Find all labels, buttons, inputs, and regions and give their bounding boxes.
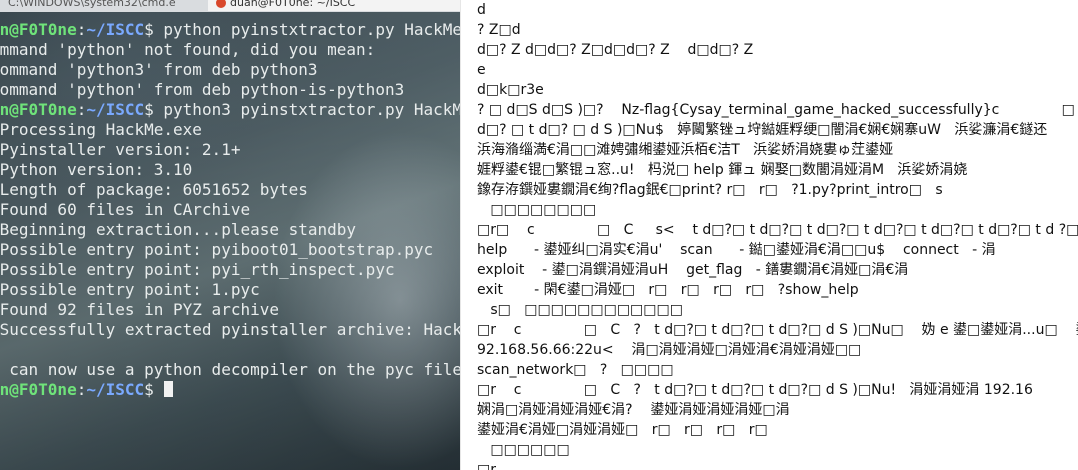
- terminal-line-text: Length of package: 6051652 bytes: [0, 180, 308, 199]
- document-line: 娴涓□涓娅涓娅涓娅€涓? 鍙娅涓娅涓娅涓娅□涓: [477, 402, 790, 418]
- document-line: □□□□□□□□: [477, 202, 597, 218]
- document-line: □r c □ C ? t d□?□ t d□?□ t d□?□ d S )□Nu…: [477, 322, 1078, 338]
- terminal-line-text: Possible entry point: 1.pyc: [0, 280, 260, 299]
- document-line: d: [477, 2, 486, 18]
- document-line: 鐌存洊鐉娅婁鐗涓€绚?flag鈱€□print? r□ r□ ?1.py?pri…: [477, 182, 943, 198]
- document-line: □r: [477, 462, 496, 470]
- prompt-dollar: $: [144, 100, 164, 119]
- terminal-line-text: Successfully extracted pyinstaller archi…: [0, 320, 460, 339]
- document-line: d□k□r3e: [477, 82, 544, 98]
- document-line: ? □ d□S d□S )□? Nz-flag{Cysay_terminal_g…: [477, 102, 1078, 118]
- terminal-prompt-line: an@F0T0ne:~/ISCC$ python pyinstxtractor.…: [0, 20, 460, 40]
- document-text: d ? Z□d d□? Z d□d□? Z□d□d□? Z d□d□? Z e d□k□…: [477, 0, 1078, 470]
- document-line: □r c □ C ? t d□?□ t d□?□ t d□?□ d S )□Nu…: [477, 382, 1033, 398]
- document-line: ? Z□d: [477, 22, 521, 38]
- terminal-line-text: Found 60 files in CArchive: [0, 200, 251, 219]
- terminal-output-line: Possible entry point: 1.pyc: [0, 280, 460, 300]
- text-document-view[interactable]: d ? Z□d d□? Z d□d□? Z□d□d□? Z d□d□? Z e d□k□…: [460, 0, 1078, 470]
- document-line: s□ □□□□□□□□□□□□: [477, 302, 683, 318]
- terminal-line-text: Possible entry point: pyi_rth_inspect.py…: [0, 260, 395, 279]
- terminal-line-text: u can now use a python decompiler on the…: [0, 360, 460, 379]
- terminal-line-text: Pyinstaller version: 2.1+: [0, 140, 241, 159]
- prompt-path: ~/ISCC: [86, 100, 145, 119]
- terminal-line-text: Possible entry point: pyiboot01_bootstra…: [0, 240, 434, 259]
- document-line: 娾粰鍙€锟□繁锟ュ窓..u! 杩涚□ help 鍕ュ 娴娶□数闇涓娅涓M 浜娑娇…: [477, 162, 968, 178]
- document-line: 鍙娅涓€涓娅□涓娅涓娅□ r□ r□ r□ r□: [477, 422, 768, 438]
- prompt-user: an@F0T0ne: [0, 20, 77, 39]
- terminal-output-line: ommand 'python' not found, did you mean:: [0, 40, 460, 60]
- terminal-tab-bar: C:\WINDOWS\system32\cmd.e duan@F0T0ne: ~…: [0, 0, 460, 12]
- prompt-user: an@F0T0ne: [0, 100, 77, 119]
- terminal-cursor: [164, 381, 174, 397]
- prompt-separator: :: [76, 20, 87, 39]
- terminal-line-text: Found 92 files in PYZ archive: [0, 300, 279, 319]
- terminal-line-text: Processing HackMe.exe: [0, 120, 202, 139]
- terminal-line-text: command 'python' from deb python-is-pyth…: [0, 80, 405, 99]
- tab-cmd-label: C:\WINDOWS\system32\cmd.e: [8, 0, 176, 9]
- prompt-dollar: $: [144, 380, 164, 399]
- terminal-window[interactable]: C:\WINDOWS\system32\cmd.e duan@F0T0ne: ~…: [0, 0, 460, 470]
- terminal-output-line: Possible entry point: pyi_rth_inspect.py…: [0, 260, 460, 280]
- terminal-output-line: command 'python' from deb python-is-pyth…: [0, 80, 460, 100]
- terminal-prompt-line: an@F0T0ne:~/ISCC$ python3 pyinstxtractor…: [0, 100, 460, 120]
- terminal-line-text: ommand 'python' not found, did you mean:: [0, 40, 376, 59]
- document-line: exit - 閑€鍙□涓娅□ r□ r□ r□ r□ ?show_help: [477, 282, 859, 298]
- prompt-separator: :: [76, 380, 87, 399]
- tab-cmd[interactable]: C:\WINDOWS\system32\cmd.e: [8, 0, 198, 11]
- prompt-path: ~/ISCC: [86, 380, 145, 399]
- document-line: d□? □ t d□? □ d S )□Nu$ 婷闏繁锉ュ垨鐑娾粰绠□闇涓€娴€…: [477, 122, 1048, 138]
- prompt-dollar: $: [144, 20, 164, 39]
- terminal-line-text: Beginning extraction...please standby: [0, 220, 357, 239]
- document-line: scan_network□ ? □□□□: [477, 362, 674, 378]
- terminal-line-text: python pyinstxtractor.py HackMe.exe: [163, 20, 460, 39]
- document-line: exploit - 鍙□涓鐉涓娅涓uH get_flag - 鐥婁鐗涓€涓娅□涓…: [477, 262, 909, 278]
- terminal-output-line: Length of package: 6051652 bytes: [0, 180, 460, 200]
- prompt-path: ~/ISCC: [86, 20, 145, 39]
- tab-ubuntu[interactable]: duan@F0T0ne: ~/ISCC: [208, 0, 460, 11]
- terminal-output[interactable]: an@F0T0ne:~/ISCC$ python pyinstxtractor.…: [0, 20, 460, 400]
- terminal-line-text: Python version: 3.10: [0, 160, 193, 179]
- terminal-output-line: Found 92 files in PYZ archive: [0, 300, 460, 320]
- document-line: help - 鍙娅纠□涓实€涓u' scan - 鐑□鍙娅涓€涓□□u$ con…: [477, 242, 996, 258]
- terminal-output-line: Python version: 3.10: [0, 160, 460, 180]
- terminal-output-line: command 'python3' from deb python3: [0, 60, 460, 80]
- document-line: □r□ c □ C s< t d□?□ t d□?□ t d□?□ t d□?□…: [477, 222, 1078, 238]
- terminal-output-line: u can now use a python decompiler on the…: [0, 360, 460, 380]
- terminal-output-line: Possible entry point: pyiboot01_bootstra…: [0, 240, 460, 260]
- terminal-output-line: Successfully extracted pyinstaller archi…: [0, 320, 460, 340]
- terminal-output-line: Pyinstaller version: 2.1+: [0, 140, 460, 160]
- document-line: □□□□□□: [477, 442, 570, 458]
- terminal-line-text: command 'python3' from deb python3: [0, 60, 318, 79]
- document-line: 92.168.56.66:22u< 涓□涓娅涓娅□涓娅涓€涓娅涓娅□□: [477, 342, 862, 358]
- terminal-line-text: python3 pyinstxtractor.py HackMe.exe: [163, 100, 460, 119]
- terminal-output-line: Beginning extraction...please standby: [0, 220, 460, 240]
- terminal-output-line: Processing HackMe.exe: [0, 120, 460, 140]
- ubuntu-icon: [216, 0, 226, 8]
- prompt-user: an@F0T0ne: [0, 380, 77, 399]
- terminal-output-line: Found 60 files in CArchive: [0, 200, 460, 220]
- document-line: d□? Z d□d□? Z□d□d□? Z d□d□? Z: [477, 42, 754, 58]
- tab-ubuntu-label: duan@F0T0ne: ~/ISCC: [230, 0, 356, 9]
- terminal-prompt-line: an@F0T0ne:~/ISCC$: [0, 380, 460, 400]
- document-line: 浜海潃缁満€涓□□滩娉彇缃鍙娅浜栢€洁T 浜娑娇涓娆婁ゅ茳鍙娅: [477, 142, 894, 158]
- prompt-separator: :: [76, 100, 87, 119]
- document-line: e: [477, 62, 486, 78]
